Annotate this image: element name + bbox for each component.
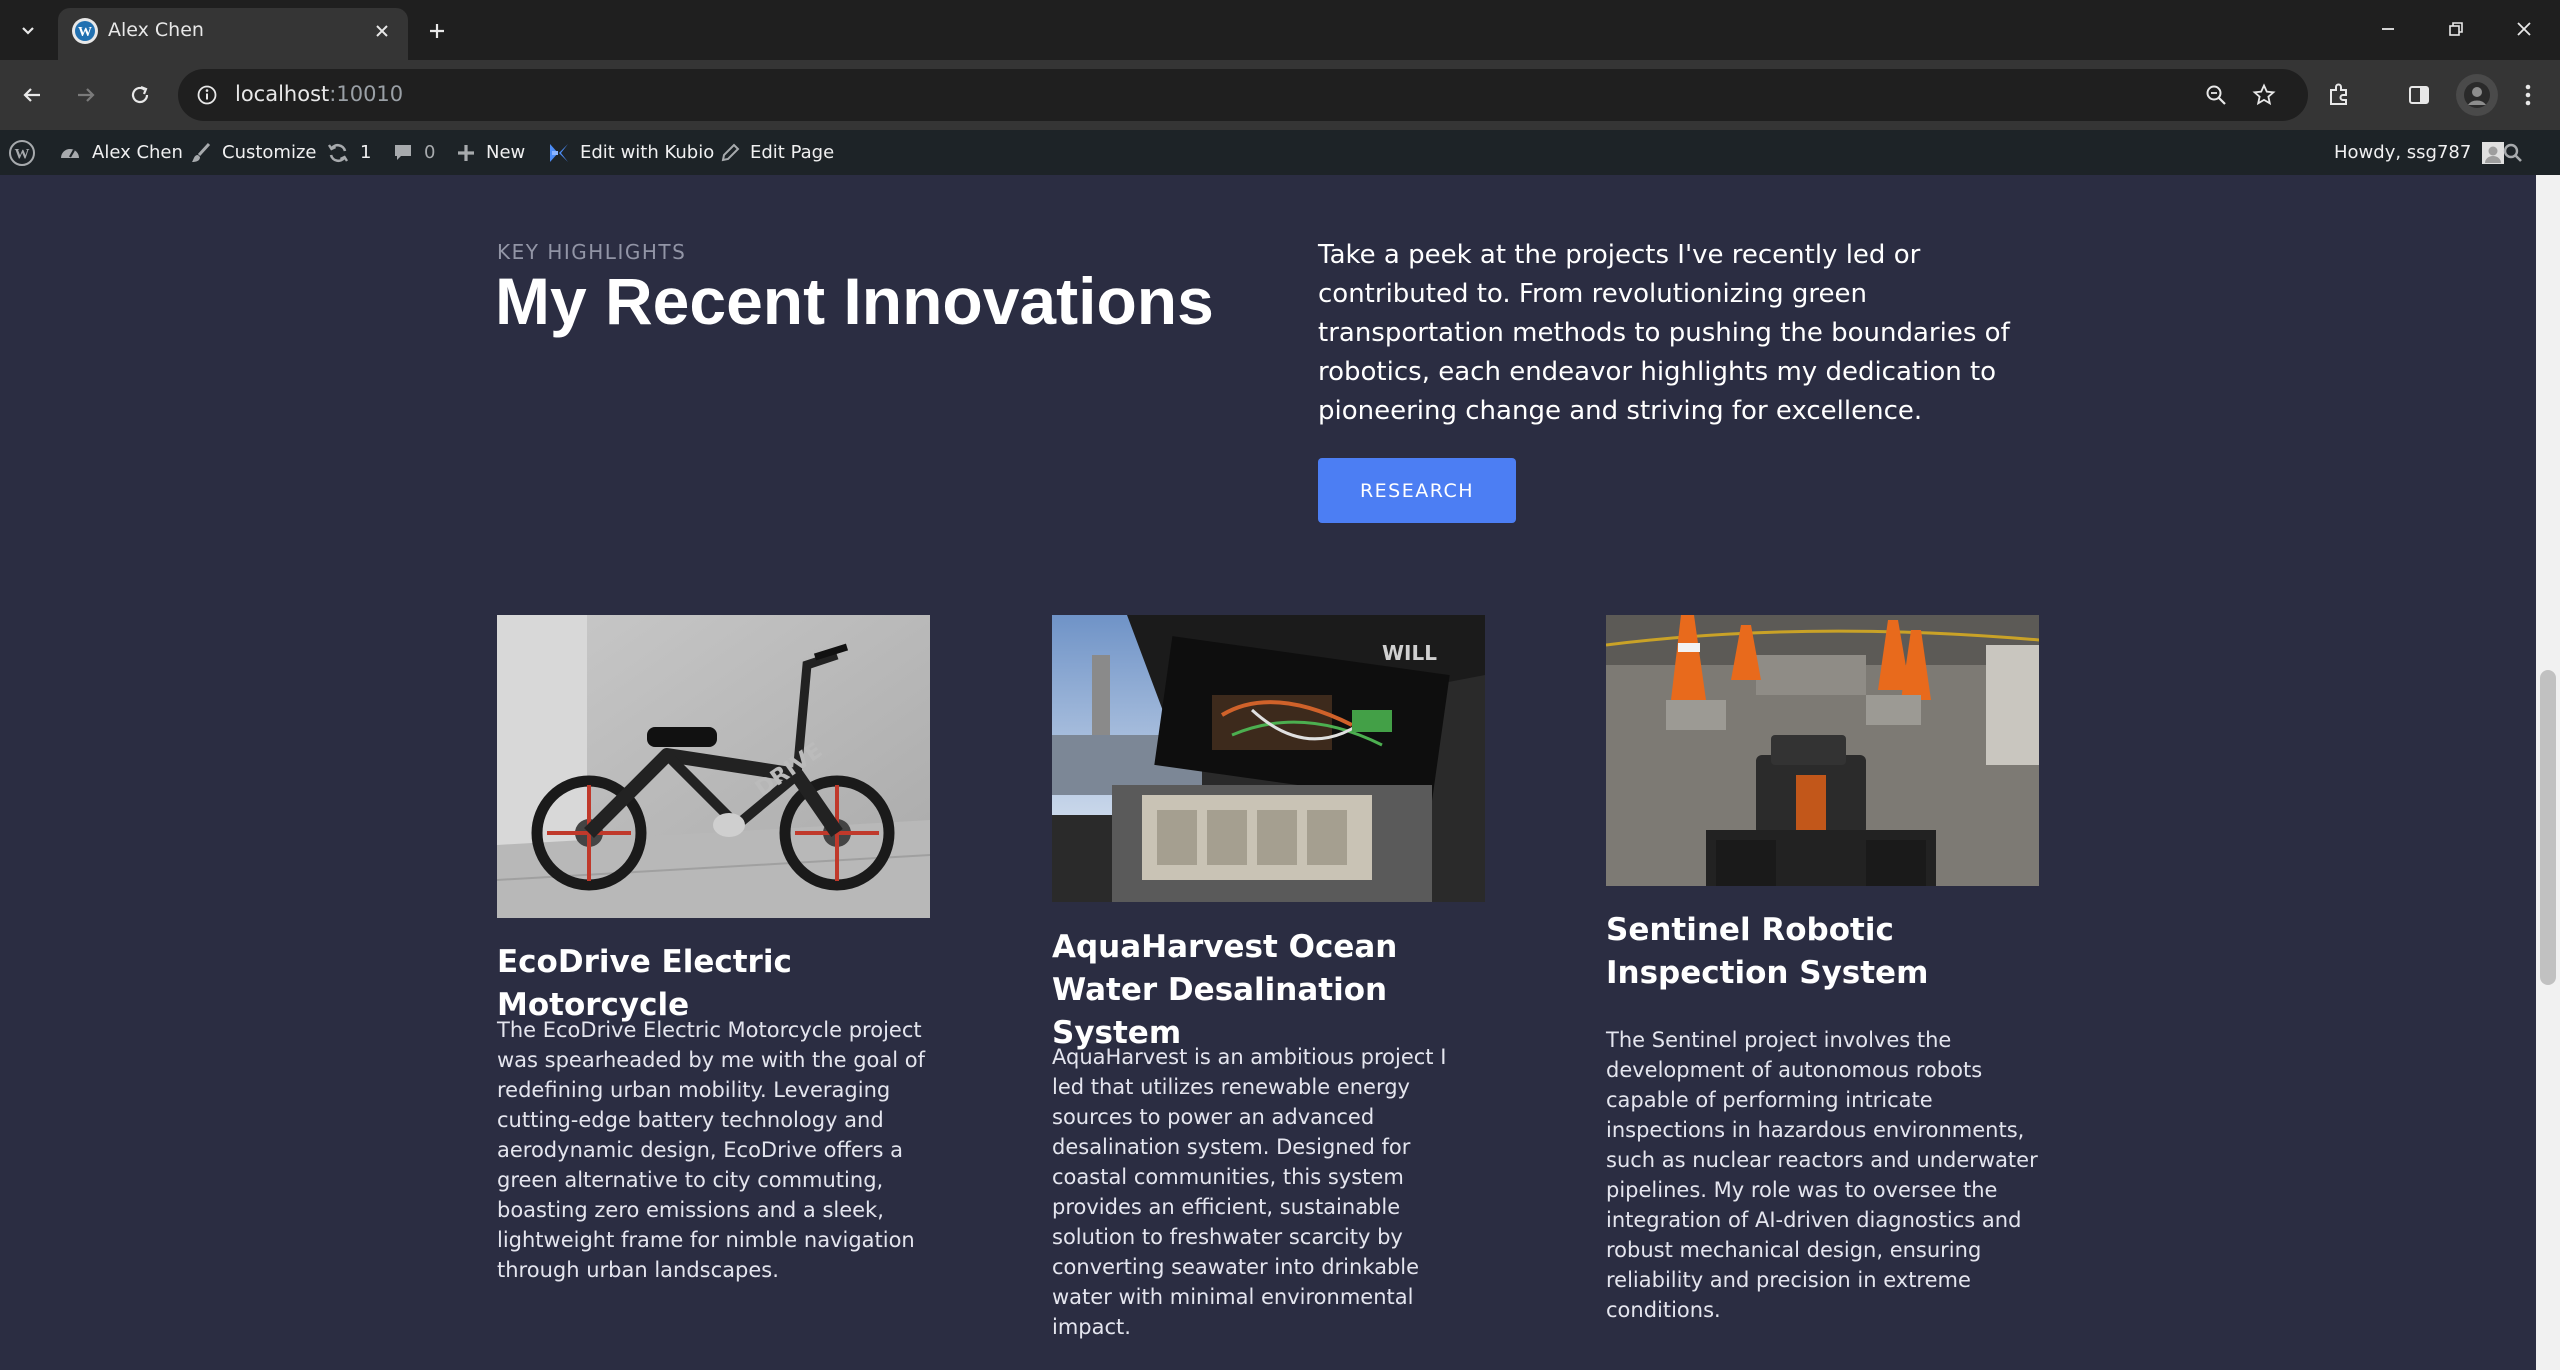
project-title: Sentinel Robotic Inspection System	[1606, 912, 1929, 991]
svg-text:W: W	[15, 146, 30, 162]
dashboard-gauge-icon	[61, 148, 79, 158]
admin-search-button[interactable]	[2502, 130, 2534, 175]
browser-tab-active[interactable]: W Alex Chen	[58, 8, 408, 60]
wordpress-logo-icon: W	[9, 139, 35, 166]
plus-icon	[458, 144, 474, 161]
project-title: AquaHarvest Ocean Water Desalination Sys…	[1052, 929, 1398, 1051]
plus-icon	[430, 24, 444, 38]
tab-title: Alex Chen	[108, 19, 204, 41]
url-port: :10010	[329, 82, 404, 106]
browser-menu-icon[interactable]	[2509, 76, 2547, 114]
comments-count: 0	[424, 142, 436, 163]
wp-admin-bar: W Alex Chen Customize 1 0 New Edit with …	[0, 130, 2560, 175]
section-eyebrow: KEY HIGHLIGHTS	[497, 240, 687, 264]
extensions-icon[interactable]	[2320, 76, 2358, 114]
new-label: New	[486, 142, 526, 163]
forward-button[interactable]	[66, 75, 106, 115]
page-scrollbar[interactable]	[2536, 175, 2560, 1370]
edit-with-kubio-link[interactable]: Edit with Kubio	[548, 130, 714, 175]
browser-toolbar: localhost:10010	[0, 60, 2560, 130]
reload-icon	[131, 85, 149, 104]
updates-link[interactable]: 1	[326, 130, 371, 175]
pencil-icon	[721, 143, 740, 161]
project-image-sentinel[interactable]	[1606, 615, 2039, 886]
avatar-icon	[2464, 82, 2490, 108]
tab-close-icon[interactable]	[368, 17, 396, 45]
minimize-icon	[2382, 28, 2394, 30]
close-icon	[2517, 22, 2531, 36]
chevron-down-icon	[22, 27, 34, 35]
paintbrush-icon	[192, 142, 211, 162]
url-host: localhost	[235, 82, 330, 106]
wordpress-favicon-icon: W	[72, 18, 98, 44]
site-info-icon[interactable]	[192, 80, 222, 110]
back-button[interactable]	[12, 75, 52, 115]
url-text[interactable]: localhost:10010	[235, 82, 403, 106]
restore-icon	[2449, 22, 2463, 36]
side-panel-icon[interactable]	[2400, 76, 2438, 114]
svg-text:W: W	[78, 25, 92, 40]
scrollbar-thumb[interactable]	[2540, 670, 2556, 985]
new-content-menu[interactable]: New	[456, 130, 525, 175]
search-icon	[2503, 143, 2522, 162]
close-window-button[interactable]	[2490, 0, 2558, 58]
svg-text:WILL: WILL	[1382, 641, 1437, 665]
arrow-right-icon	[78, 88, 95, 102]
project-image-ecodrive[interactable]: DRIVE	[497, 615, 930, 918]
section-headline: My Recent Innovations	[495, 264, 1214, 338]
updates-count: 1	[360, 142, 372, 163]
reload-button[interactable]	[120, 75, 160, 115]
page-content: KEY HIGHLIGHTS My Recent Innovations Tak…	[0, 175, 2536, 1370]
updates-icon	[327, 143, 349, 162]
project-description: AquaHarvest is an ambitious project I le…	[1052, 1045, 1447, 1339]
restore-button[interactable]	[2422, 0, 2490, 58]
my-account-menu[interactable]: Howdy, ssg787	[2334, 130, 2505, 175]
customize-link[interactable]: Customize	[190, 130, 316, 175]
site-name-label: Alex Chen	[92, 142, 183, 163]
customize-label: Customize	[222, 142, 317, 163]
address-bar[interactable]: localhost:10010	[178, 69, 2308, 121]
section-intro: Take a peek at the projects I've recentl…	[1318, 240, 2010, 426]
browser-tab-bar: W Alex Chen	[0, 0, 2560, 60]
howdy-label: Howdy, ssg787	[2334, 142, 2472, 163]
wp-logo-menu[interactable]: W	[8, 130, 46, 175]
project-description: The Sentinel project involves the develo…	[1606, 1028, 2038, 1322]
edit-page-link[interactable]: Edit Page	[720, 130, 834, 175]
tab-search-button[interactable]	[10, 12, 46, 48]
research-button[interactable]: RESEARCH	[1318, 458, 1516, 523]
arrow-left-icon	[23, 88, 40, 102]
project-image-aquaharvest[interactable]: WILL	[1052, 615, 1485, 902]
bookmark-star-icon[interactable]	[2248, 79, 2280, 111]
project-description: The EcoDrive Electric Motorcycle project…	[497, 1018, 925, 1282]
minimize-button[interactable]	[2354, 0, 2422, 58]
kubio-label: Edit with Kubio	[580, 142, 715, 163]
profile-avatar[interactable]	[2456, 74, 2498, 116]
new-tab-button[interactable]	[420, 14, 454, 48]
kubio-logo-icon	[550, 143, 568, 162]
zoom-icon[interactable]	[2200, 79, 2232, 111]
comments-link[interactable]: 0	[392, 130, 435, 175]
comment-bubble-icon	[395, 144, 411, 160]
site-name-menu[interactable]: Alex Chen	[58, 130, 183, 175]
edit-page-label: Edit Page	[750, 142, 835, 163]
